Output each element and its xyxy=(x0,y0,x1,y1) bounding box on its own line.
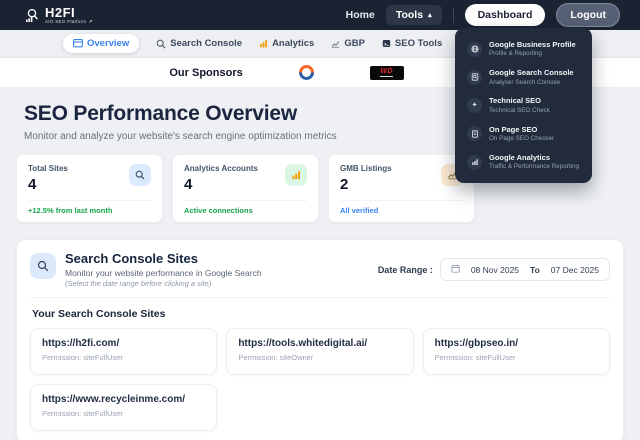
tab-overview[interactable]: Overview xyxy=(63,34,139,53)
header-divider xyxy=(453,8,454,23)
panel-hint: (Select the date range before clicking a… xyxy=(65,279,262,288)
stat-card-gmb-listings: GMB Listings 2 All verified xyxy=(328,154,475,223)
top-header: H2FI AIO SEO Platform ↗ Home Tools ▴ Das… xyxy=(0,0,640,30)
menu-item-subtitle: Profile & Reporting xyxy=(489,50,576,58)
menu-item-google-search-console[interactable]: Google Search Console Analyser Search Co… xyxy=(461,63,586,91)
stat-label: Analytics Accounts xyxy=(184,164,258,173)
logo-title: H2FI xyxy=(45,6,93,19)
menu-item-google-business-profile[interactable]: Google Business Profile Profile & Report… xyxy=(461,35,586,63)
menu-item-title: On Page SEO xyxy=(489,125,554,134)
menu-item-title: Technical SEO xyxy=(489,96,550,105)
menu-item-subtitle: Technical SEO Check xyxy=(489,107,550,115)
stat-card-total-sites: Total Sites 4 +12.5% from last month xyxy=(16,154,163,223)
sites-list-title: Your Search Console Sites xyxy=(32,308,608,320)
bar-chart-icon xyxy=(285,164,307,186)
site-card[interactable]: https://tools.whitedigital.ai/ Permissio… xyxy=(226,328,413,375)
panel-title: Search Console Sites xyxy=(65,251,262,266)
tab-label: Analytics xyxy=(272,38,314,49)
sponsors-title: Our Sponsors xyxy=(169,67,242,79)
search-console-panel: Search Console Sites Monitor your websit… xyxy=(16,239,624,440)
overview-icon xyxy=(73,39,83,48)
menu-item-title: Google Search Console xyxy=(489,68,574,77)
search-icon xyxy=(156,39,166,49)
page-icon xyxy=(467,126,482,141)
app-logo[interactable]: H2FI AIO SEO Platform ↗ xyxy=(24,6,93,25)
menu-item-subtitle: Traffic & Performance Reporting xyxy=(489,163,579,171)
document-search-icon xyxy=(467,70,482,85)
bar-chart-icon xyxy=(467,155,482,170)
tab-label: Overview xyxy=(87,38,129,49)
site-url: https://tools.whitedigital.ai/ xyxy=(238,338,401,349)
magnifier-chart-icon xyxy=(24,7,41,24)
menu-item-subtitle: On Page SEO Checker xyxy=(489,135,554,143)
globe-icon xyxy=(467,42,482,57)
tab-seo-tools[interactable]: SEO Tools xyxy=(382,38,442,49)
site-url: https://h2fi.com/ xyxy=(42,338,205,349)
site-card[interactable]: https://gbpseo.in/ Permission: siteFullU… xyxy=(423,328,610,375)
stat-card-analytics-accounts: Analytics Accounts 4 Active connections xyxy=(172,154,319,223)
date-range-label: Date Range : xyxy=(378,265,433,275)
sparkle-glyph: ✦ xyxy=(472,102,478,109)
nav-home-link[interactable]: Home xyxy=(346,9,375,21)
search-icon xyxy=(129,164,151,186)
site-permission: Permission: siteFullUser xyxy=(42,353,205,362)
tools-button-label: Tools xyxy=(396,9,423,21)
logout-button[interactable]: Logout xyxy=(556,3,620,27)
site-url: https://www.recycleinme.com/ xyxy=(42,394,205,405)
stat-label: Total Sites xyxy=(28,164,68,173)
panel-subtitle: Monitor your website performance in Goog… xyxy=(65,268,262,278)
calendar-icon xyxy=(451,264,460,275)
stat-value: 4 xyxy=(184,176,258,193)
dashboard-button[interactable]: Dashboard xyxy=(465,4,546,26)
stat-footnote: All verified xyxy=(340,206,463,215)
stat-value: 2 xyxy=(340,176,392,193)
logo-subtitle: AIO SEO Platform xyxy=(45,20,86,25)
bar-chart-icon xyxy=(259,39,268,48)
tab-search-console[interactable]: Search Console xyxy=(156,38,242,49)
stat-footnote: +12.5% from last month xyxy=(28,206,151,215)
caret-up-icon: ▴ xyxy=(428,12,432,19)
menu-item-on-page-seo[interactable]: On Page SEO On Page SEO Checker xyxy=(461,120,586,148)
menu-item-subtitle: Analyser Search Console xyxy=(489,79,574,87)
tab-gbp[interactable]: GBP xyxy=(331,38,365,49)
site-card[interactable]: https://h2fi.com/ Permission: siteFullUs… xyxy=(30,328,217,375)
tab-label: SEO Tools xyxy=(395,38,442,49)
sparkle-icon: ✦ xyxy=(467,98,482,113)
menu-item-title: Google Business Profile xyxy=(489,40,576,49)
tools-dropdown-menu: Google Business Profile Profile & Report… xyxy=(455,28,592,183)
date-range-separator: To xyxy=(530,265,540,275)
stat-value: 4 xyxy=(28,176,68,193)
site-permission: Permission: siteFullUser xyxy=(435,353,598,362)
date-range-picker[interactable]: 08 Nov 2025 To 07 Dec 2025 xyxy=(440,258,610,281)
whitedigital-logo-text: WD xyxy=(380,68,393,77)
toolbox-icon xyxy=(382,39,391,48)
site-url: https://gbpseo.in/ xyxy=(435,338,598,349)
date-range-start[interactable]: 08 Nov 2025 xyxy=(471,265,519,275)
tools-dropdown-button[interactable]: Tools ▴ xyxy=(386,5,442,25)
date-range-end[interactable]: 07 Dec 2025 xyxy=(551,265,599,275)
tab-analytics[interactable]: Analytics xyxy=(259,38,314,49)
trend-chart-icon xyxy=(331,39,340,48)
whitedigital-logo[interactable]: WD xyxy=(370,66,404,80)
tab-label: Search Console xyxy=(170,38,242,49)
trend-arrow-icon: ↗ xyxy=(88,20,93,25)
search-icon xyxy=(30,253,56,279)
sites-grid: https://h2fi.com/ Permission: siteFullUs… xyxy=(30,328,610,431)
site-permission: Permission: siteFullUser xyxy=(42,409,205,418)
recycleinme-logo[interactable] xyxy=(299,65,314,80)
site-card[interactable]: https://www.recycleinme.com/ Permission:… xyxy=(30,384,217,431)
site-permission: Permission: siteOwner xyxy=(238,353,401,362)
menu-item-google-analytics[interactable]: Google Analytics Traffic & Performance R… xyxy=(461,148,586,176)
stat-footnote: Active connections xyxy=(184,206,307,215)
stat-label: GMB Listings xyxy=(340,164,392,173)
menu-item-title: Google Analytics xyxy=(489,153,579,162)
tab-label: GBP xyxy=(344,38,365,49)
menu-item-technical-seo[interactable]: ✦ Technical SEO Technical SEO Check xyxy=(461,91,586,119)
